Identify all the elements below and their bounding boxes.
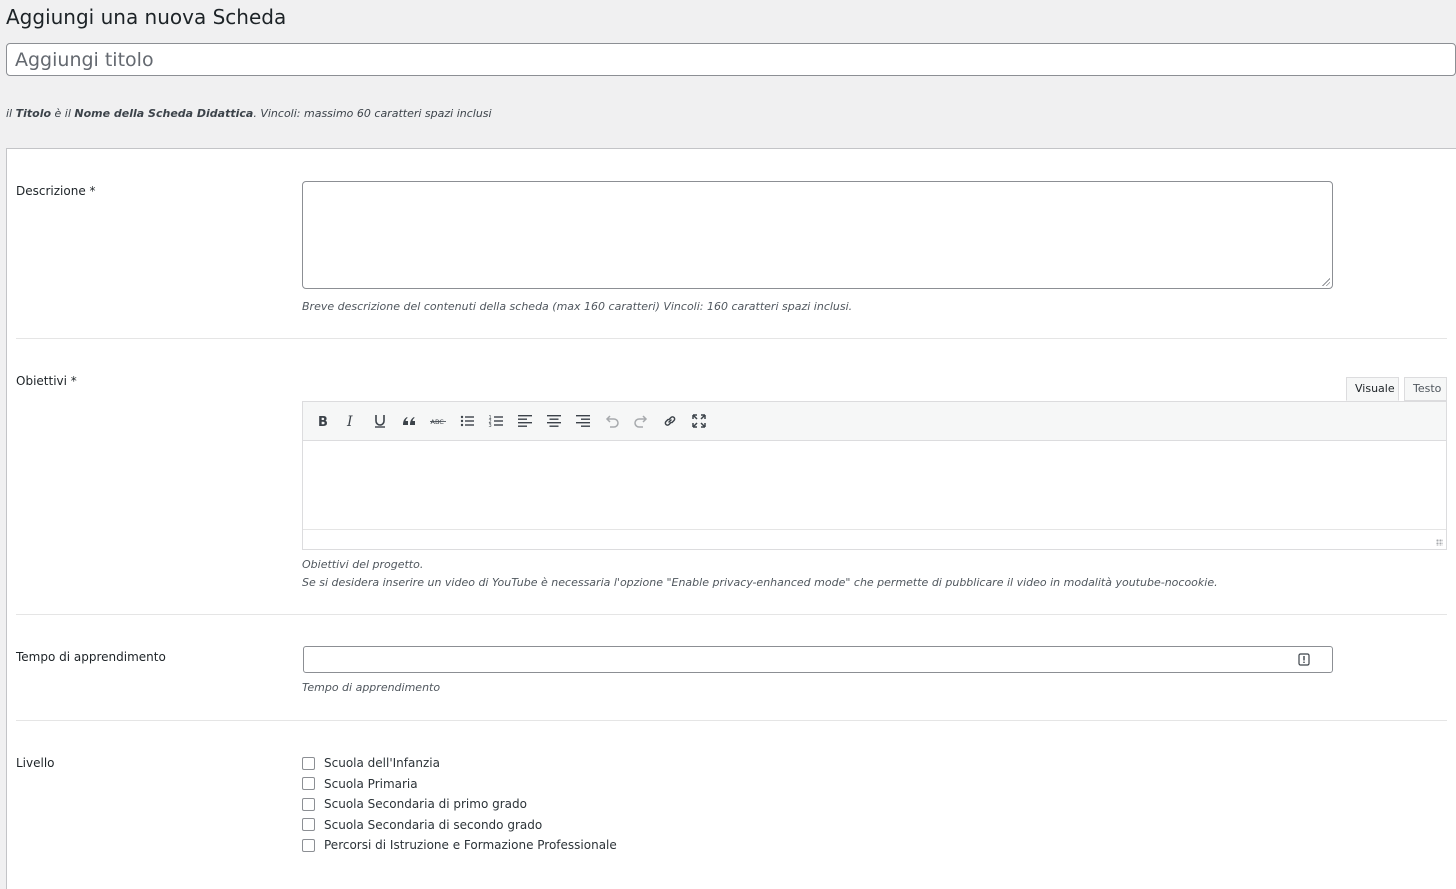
page-title: Aggiungi una nuova Scheda — [6, 5, 287, 29]
editor-content-area[interactable] — [303, 441, 1446, 530]
strikethrough-icon[interactable]: ABC — [423, 406, 452, 436]
divider — [16, 720, 1447, 721]
fullscreen-icon[interactable] — [684, 406, 713, 436]
obiettivi-hint-2: Se si desidera inserire un video di YouT… — [302, 576, 1218, 589]
link-icon[interactable] — [655, 406, 684, 436]
livello-option[interactable]: Scuola Secondaria di primo grado — [302, 794, 617, 815]
undo-icon[interactable] — [597, 406, 626, 436]
obiettivi-editor: B I ABC 123 — [302, 401, 1447, 550]
descrizione-hint: Breve descrizione del contenuti della sc… — [302, 300, 853, 313]
title-hint: il Titolo è il Nome della Scheda Didatti… — [6, 107, 492, 120]
svg-text:ABC: ABC — [430, 418, 444, 426]
obiettivi-label: Obiettivi * — [16, 374, 77, 388]
checkbox[interactable] — [302, 838, 315, 852]
tab-testo[interactable]: Testo — [1404, 377, 1447, 401]
descrizione-label: Descrizione * — [16, 184, 96, 198]
divider — [16, 614, 1447, 615]
divider — [16, 338, 1447, 339]
checkbox[interactable] — [302, 818, 315, 832]
checkbox[interactable] — [302, 777, 315, 791]
tempo-label: Tempo di apprendimento — [16, 650, 166, 664]
livello-checkbox-list: Scuola dell'Infanzia Scuola Primaria Scu… — [302, 753, 617, 856]
bold-icon[interactable]: B — [307, 406, 336, 436]
checkbox[interactable] — [302, 797, 315, 811]
resize-handle-icon[interactable] — [1322, 278, 1330, 286]
editor-toolbar: B I ABC 123 — [303, 402, 1446, 441]
numbered-list-icon[interactable]: 123 — [481, 406, 510, 436]
livello-option[interactable]: Scuola Primaria — [302, 774, 617, 795]
redo-icon[interactable] — [626, 406, 655, 436]
livello-option[interactable]: Scuola Secondaria di secondo grado — [302, 815, 617, 836]
resize-handle-icon[interactable] — [1436, 539, 1443, 546]
svg-text:B: B — [318, 415, 328, 429]
tempo-input[interactable] — [303, 646, 1333, 673]
tempo-hint: Tempo di apprendimento — [302, 681, 441, 694]
password-manager-icon[interactable] — [1298, 653, 1310, 666]
align-left-icon[interactable] — [510, 406, 539, 436]
descrizione-textarea[interactable] — [302, 181, 1333, 289]
editor-statusbar — [303, 529, 1446, 549]
underline-icon[interactable] — [365, 406, 394, 436]
blockquote-icon[interactable] — [394, 406, 423, 436]
align-center-icon[interactable] — [539, 406, 568, 436]
livello-label: Livello — [16, 756, 55, 770]
livello-option[interactable]: Scuola dell'Infanzia — [302, 753, 617, 774]
italic-icon[interactable]: I — [336, 406, 365, 436]
tab-visuale[interactable]: Visuale — [1346, 377, 1399, 401]
align-right-icon[interactable] — [568, 406, 597, 436]
obiettivi-hint-1: Obiettivi del progetto. — [302, 558, 424, 571]
title-input[interactable] — [6, 43, 1456, 76]
livello-option[interactable]: Percorsi di Istruzione e Formazione Prof… — [302, 835, 617, 856]
svg-text:3: 3 — [488, 423, 491, 429]
checkbox[interactable] — [302, 756, 315, 770]
bullet-list-icon[interactable] — [452, 406, 481, 436]
svg-text:I: I — [346, 414, 353, 429]
